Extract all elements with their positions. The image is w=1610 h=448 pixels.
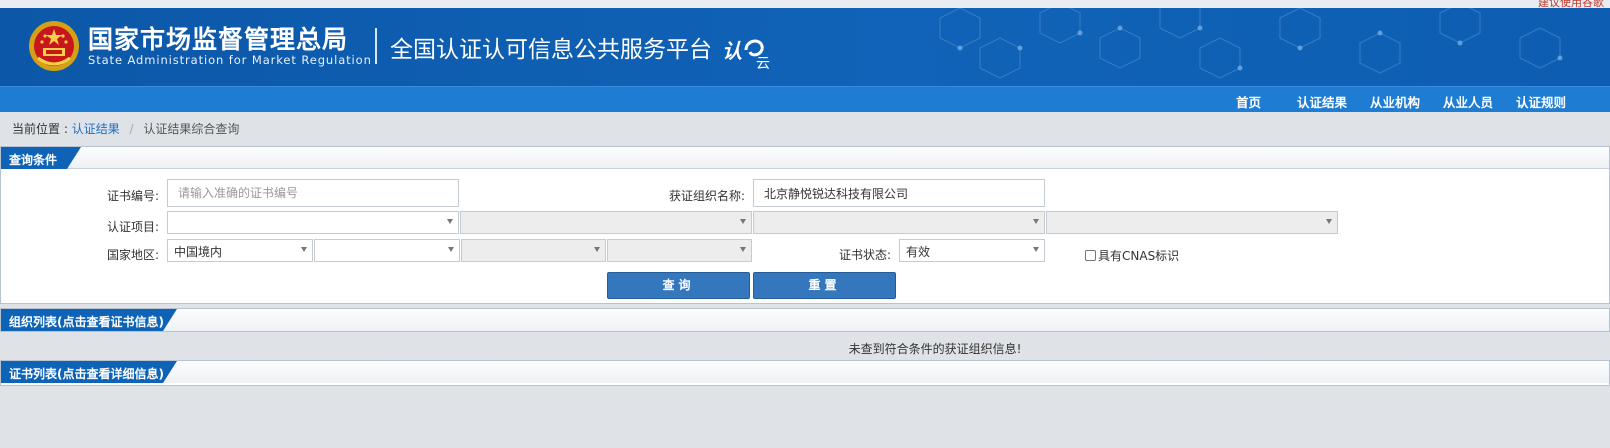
platform-title: 全国认证认可信息公共服务平台 — [390, 37, 712, 63]
project-select-3[interactable] — [753, 211, 1045, 234]
national-emblem-icon — [29, 21, 79, 71]
query-panel: 查询条件 证书编号: 获证组织名称: 认证项目: 国家地区: 中国境内 证书状态… — [0, 146, 1610, 304]
search-button[interactable]: 查询 — [607, 272, 750, 299]
breadcrumb: 当前位置 : 认证结果 / 认证结果综合查询 — [12, 120, 239, 137]
nav-item-cert-rules[interactable]: 认证规则 — [1516, 92, 1566, 111]
cnas-checkbox-label: 具有CNAS标识 — [1098, 249, 1180, 263]
region-select-4[interactable] — [607, 239, 752, 262]
cert-list-panel: 证书列表(点击查看详细信息) — [0, 360, 1610, 386]
chevron-down-icon — [1033, 247, 1039, 252]
org-list-panel: 组织列表(点击查看证书信息) — [0, 308, 1610, 332]
org-list-panel-header: 组织列表(点击查看证书信息) — [1, 309, 1609, 331]
breadcrumb-separator: / — [129, 122, 134, 136]
nav-item-institutions[interactable]: 从业机构 — [1370, 92, 1420, 111]
org-list-panel-title: 组织列表(点击查看证书信息) — [1, 309, 177, 331]
cert-list-panel-header: 证书列表(点击查看详细信息) — [1, 361, 1609, 383]
reset-button[interactable]: 重置 — [753, 272, 896, 299]
org-list-empty-message: 未查到符合条件的获证组织信息! — [848, 342, 1022, 356]
chevron-down-icon — [1033, 219, 1039, 224]
breadcrumb-prefix: 当前位置 : — [12, 122, 68, 136]
org-name-input[interactable] — [753, 179, 1045, 207]
cert-no-input[interactable] — [167, 179, 459, 207]
agency-name-cn: 国家市场监督管理总局 — [88, 25, 349, 54]
chevron-down-icon — [594, 247, 600, 252]
org-name-label: 获证组织名称: — [668, 189, 745, 203]
project-select-1[interactable] — [167, 211, 459, 234]
cert-list-panel-title: 证书列表(点击查看详细信息) — [1, 361, 177, 383]
region-select-2[interactable] — [314, 239, 460, 262]
renzheng-cloud-logo-icon: 认 云 — [722, 39, 770, 72]
cert-no-label: 证书编号: — [107, 189, 160, 203]
svg-text:云: 云 — [756, 56, 770, 72]
project-select-2[interactable] — [460, 211, 752, 234]
checkbox-icon[interactable] — [1085, 250, 1096, 261]
region-label: 国家地区: — [107, 248, 160, 262]
chevron-down-icon — [1326, 219, 1332, 224]
region-select-1[interactable]: 中国境内 — [167, 239, 313, 262]
nav-item-home[interactable]: 首页 — [1236, 92, 1261, 111]
cnas-checkbox[interactable]: 具有CNAS标识 — [1085, 247, 1179, 264]
query-panel-header: 查询条件 — [1, 147, 1609, 169]
hexagon-pattern-icon — [939, 8, 1563, 79]
title-divider — [375, 28, 377, 64]
status-label: 证书状态: — [838, 248, 891, 262]
main-nav: 首页 认证结果 从业机构 从业人员 认证规则 — [0, 86, 1610, 112]
chevron-down-icon — [448, 247, 454, 252]
chevron-down-icon — [740, 247, 746, 252]
status-select[interactable]: 有效 — [899, 239, 1045, 262]
query-panel-title: 查询条件 — [1, 147, 81, 169]
header-banner: 国家市场监督管理总局 State Administration for Mark… — [0, 8, 1610, 86]
top-strip: 建议使用谷歌 — [0, 0, 1610, 9]
chevron-down-icon — [447, 219, 453, 224]
region-select-3[interactable] — [461, 239, 606, 262]
breadcrumb-current: 认证结果综合查询 — [143, 122, 240, 136]
agency-name-en: State Administration for Market Regulati… — [88, 53, 372, 67]
nav-item-cert-results[interactable]: 认证结果 — [1297, 92, 1347, 111]
chevron-down-icon — [740, 219, 746, 224]
breadcrumb-link-cert-results[interactable]: 认证结果 — [72, 122, 120, 136]
project-select-4[interactable] — [1046, 211, 1338, 234]
svg-text:认: 认 — [722, 39, 742, 63]
project-label: 认证项目: — [107, 220, 160, 234]
nav-item-practitioners[interactable]: 从业人员 — [1443, 92, 1493, 111]
chevron-down-icon — [301, 247, 307, 252]
